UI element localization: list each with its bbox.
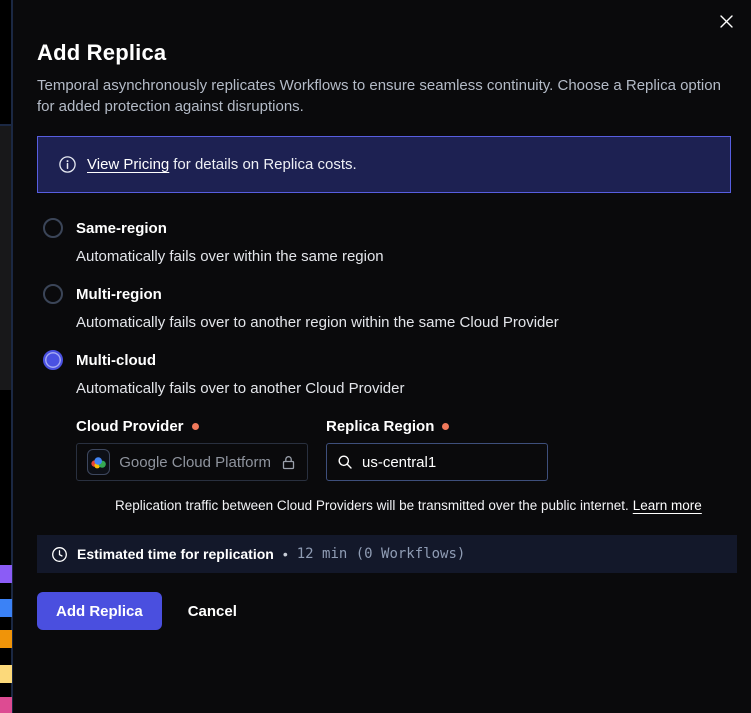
page-title: Add Replica	[37, 0, 729, 66]
cancel-button[interactable]: Cancel	[188, 603, 237, 620]
option-same-region: Same-region Automatically fails over wit…	[37, 218, 729, 265]
estimate-separator: •	[283, 546, 288, 562]
cloud-provider-select[interactable]: Google Cloud Platform	[76, 443, 308, 481]
replica-region-label: Replica Region	[326, 418, 548, 435]
background-color-block-orange	[0, 630, 12, 648]
estimate-label: Estimated time for replication	[77, 546, 274, 562]
required-dot	[192, 423, 199, 430]
option-label: Multi-region	[76, 286, 162, 303]
multi-cloud-form: Cloud Provider	[76, 418, 729, 513]
option-description: Automatically fails over within the same…	[76, 248, 729, 265]
view-pricing-link[interactable]: View Pricing	[87, 156, 169, 173]
replica-region-field: Replica Region	[326, 418, 548, 481]
radio-selected-icon[interactable]	[43, 350, 63, 370]
gcp-logo-icon	[87, 449, 110, 475]
estimate-banner: Estimated time for replication • 12 min …	[37, 535, 737, 573]
background-color-block-purple	[0, 565, 12, 583]
cloud-provider-field: Cloud Provider	[76, 418, 308, 481]
background-color-block-blue	[0, 599, 12, 617]
option-description: Automatically fails over to another Clou…	[76, 380, 729, 397]
background-color-block-yellow	[0, 665, 12, 683]
option-description: Automatically fails over to another regi…	[76, 314, 729, 331]
close-button[interactable]	[713, 8, 739, 34]
add-replica-button[interactable]: Add Replica	[37, 592, 162, 630]
radio-unselected-icon[interactable]	[43, 218, 63, 238]
radio-multi-cloud[interactable]: Multi-cloud	[37, 350, 729, 370]
clock-icon	[51, 546, 68, 563]
info-icon	[58, 155, 77, 174]
option-label: Same-region	[76, 220, 167, 237]
traffic-note: Replication traffic between Cloud Provid…	[115, 498, 729, 513]
radio-same-region[interactable]: Same-region	[37, 218, 729, 238]
close-icon	[719, 14, 734, 29]
replica-region-label-text: Replica Region	[326, 418, 434, 435]
background-color-block-pink	[0, 697, 12, 713]
screen: Add Replica Temporal asynchronously repl…	[0, 0, 751, 713]
option-multi-cloud: Multi-cloud Automatically fails over to …	[37, 350, 729, 513]
modal-description: Temporal asynchronously replicates Workf…	[37, 75, 729, 117]
modal-actions: Add Replica Cancel	[37, 592, 729, 630]
pricing-info-banner: View Pricingfor details on Replica costs…	[37, 136, 731, 193]
option-label: Multi-cloud	[76, 352, 156, 369]
learn-more-link[interactable]: Learn more	[633, 498, 702, 513]
replica-region-input[interactable]	[362, 454, 522, 471]
search-icon	[337, 454, 353, 470]
add-replica-modal: Add Replica Temporal asynchronously repl…	[13, 0, 751, 713]
pricing-banner-text: View Pricingfor details on Replica costs…	[87, 156, 357, 173]
cloud-provider-value: Google Cloud Platform	[119, 454, 271, 471]
replica-region-searchbox[interactable]	[326, 443, 548, 481]
cloud-provider-label-text: Cloud Provider	[76, 418, 184, 435]
estimate-value: 12 min (0 Workflows)	[297, 546, 466, 562]
radio-multi-region[interactable]: Multi-region	[37, 284, 729, 304]
lock-icon	[280, 454, 297, 471]
pricing-banner-rest: for details on Replica costs.	[173, 156, 356, 173]
required-dot	[442, 423, 449, 430]
background-panel	[0, 126, 11, 390]
traffic-note-text: Replication traffic between Cloud Provid…	[115, 498, 629, 513]
replica-options-group: Same-region Automatically fails over wit…	[37, 218, 729, 513]
cloud-provider-label: Cloud Provider	[76, 418, 308, 435]
radio-unselected-icon[interactable]	[43, 284, 63, 304]
option-multi-region: Multi-region Automatically fails over to…	[37, 284, 729, 331]
